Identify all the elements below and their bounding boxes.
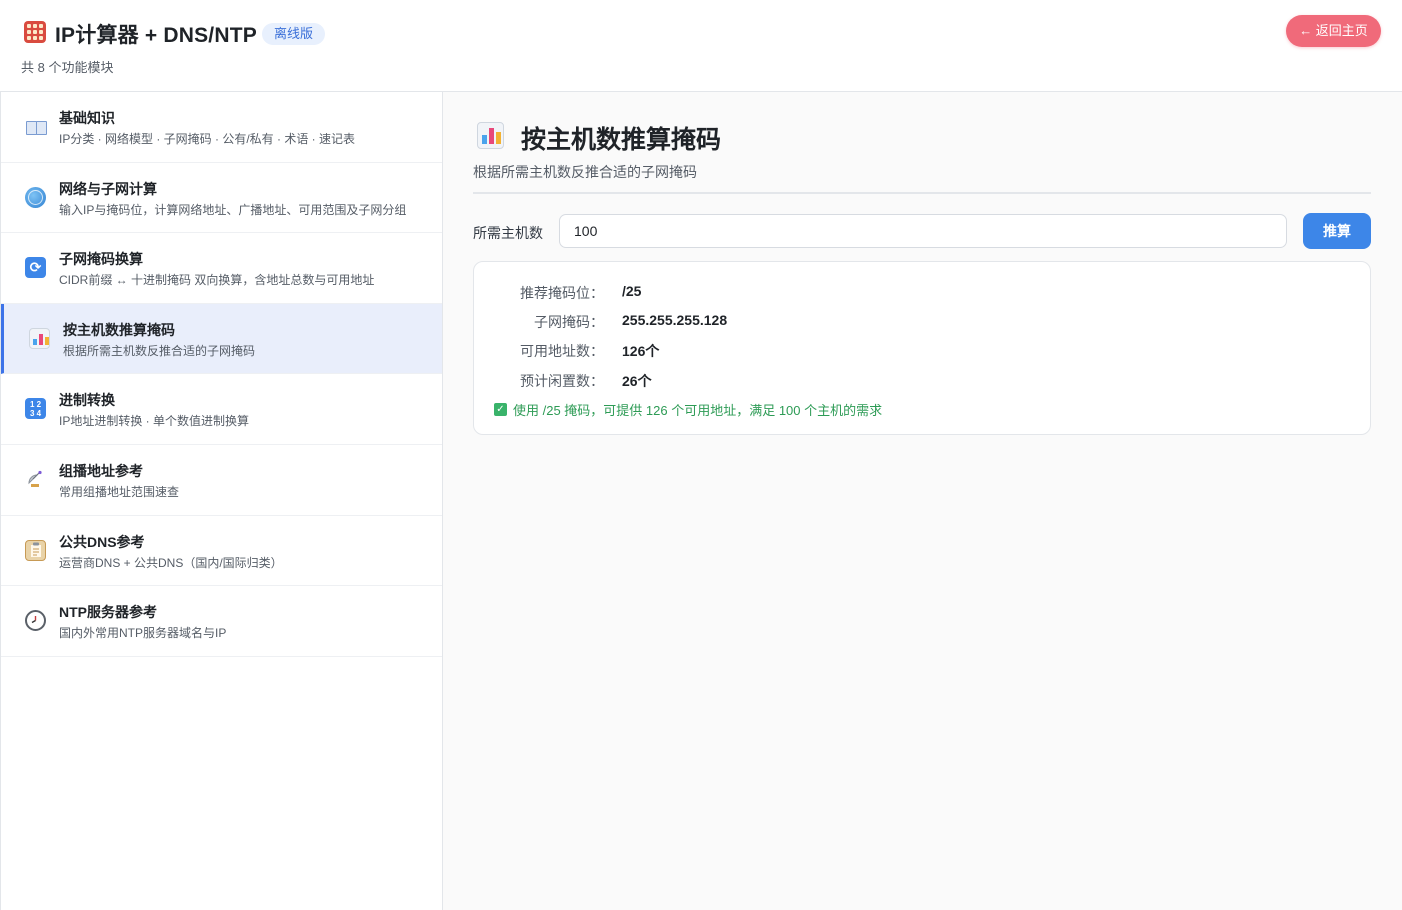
back-home-button[interactable]: ← 返回主页 [1286, 15, 1381, 47]
globe-icon [25, 186, 46, 208]
sidebar-item-desc: IP分类 · 网络模型 · 子网掩码 · 公有/私有 · 术语 · 速记表 [59, 132, 355, 146]
host-count-label: 所需主机数 [473, 225, 543, 241]
book-icon [25, 116, 47, 137]
satellite-dish-icon [25, 469, 46, 490]
numbers-icon: 1 23 4 [25, 398, 46, 420]
sidebar-item-desc: 根据所需主机数反推合适的子网掩码 [63, 343, 256, 358]
sidebar-item-host-mask[interactable]: 按主机数推算掩码 根据所需主机数反推合适的子网掩码 [1, 303, 442, 375]
result-label: 推荐掩码位： [520, 285, 604, 301]
sidebar-item-desc: CIDR前缀 ↔ 十进制掩码 双向换算，含地址总数与可用地址 [59, 273, 375, 288]
sidebar-item-title: 子网掩码换算 [59, 251, 143, 268]
sidebar-item-mask-convert[interactable]: ⟳ 子网掩码换算 CIDR前缀 ↔ 十进制掩码 双向换算，含地址总数与可用地址 [1, 233, 442, 304]
result-row-usable: 可用地址数： 126个 [474, 341, 1370, 361]
sidebar-item-dns[interactable]: 公共DNS参考 运营商DNS + 公共DNS（国内/国际归类） [1, 516, 442, 587]
result-label: 可用地址数： [520, 343, 604, 359]
sidebar-item-base-convert[interactable]: 1 23 4 进制转换 IP地址进制转换 · 单个数值进制换算 [1, 374, 442, 445]
clock-icon [25, 610, 46, 632]
app-header: IP计算器 + DNS/NTP 离线版 共 8 个功能模块 ← 返回主页 [0, 0, 1402, 92]
result-value: 126个 [622, 343, 660, 359]
calculate-button[interactable]: 推算 [1303, 213, 1371, 249]
result-note-text: 使用 /25 掩码，可提供 126 个可用地址，满足 100 个主机的需求 [513, 403, 883, 418]
divider [473, 192, 1371, 194]
sidebar-item-desc: 输入IP与掩码位，计算网络地址、广播地址、可用范围及子网分组 [59, 202, 407, 217]
sidebar: 基础知识 IP分类 · 网络模型 · 子网掩码 · 公有/私有 · 术语 · 速… [0, 92, 443, 910]
host-count-input[interactable] [559, 214, 1287, 248]
result-label: 预计闲置数： [520, 373, 604, 389]
refresh-icon: ⟳ [25, 257, 46, 279]
main-panel: 按主机数推算掩码 根据所需主机数反推合适的子网掩码 所需主机数 推算 推荐掩码位… [443, 92, 1402, 910]
sidebar-item-title: NTP服务器参考 [59, 604, 157, 621]
check-icon: ✓ [494, 403, 507, 416]
sidebar-item-desc: IP地址进制转换 · 单个数值进制换算 [59, 414, 250, 429]
sidebar-item-title: 基础知识 [59, 110, 115, 126]
sidebar-item-subnet-calc[interactable]: 网络与子网计算 输入IP与掩码位，计算网络地址、广播地址、可用范围及子网分组 [1, 163, 442, 234]
result-row-prefix: 推荐掩码位： /25 [474, 283, 1370, 303]
sidebar-item-desc: 常用组播地址范围速查 [59, 484, 180, 499]
bar-chart-icon [29, 327, 50, 349]
sidebar-item-desc: 国内外常用NTP服务器域名与IP [59, 626, 227, 641]
result-card: 推荐掩码位： /25 子网掩码： 255.255.255.128 可用地址数： … [473, 261, 1371, 435]
module-count: 共 8 个功能模块 [21, 60, 114, 75]
sidebar-item-ntp[interactable]: NTP服务器参考 国内外常用NTP服务器域名与IP [1, 586, 442, 657]
result-note: ✓ 使用 /25 掩码，可提供 126 个可用地址，满足 100 个主机的需求 [494, 400, 882, 419]
result-row-mask: 子网掩码： 255.255.255.128 [474, 312, 1370, 332]
app-title: IP计算器 + DNS/NTP [55, 24, 257, 47]
page-title: 按主机数推算掩码 [521, 126, 722, 154]
offline-badge: 离线版 [262, 23, 326, 45]
result-row-idle: 预计闲置数： 26个 [474, 371, 1370, 391]
clipboard-icon [25, 539, 46, 561]
result-value: 255.255.255.128 [622, 312, 728, 328]
sidebar-item-title: 公共DNS参考 [59, 533, 145, 550]
result-value: 26个 [622, 373, 652, 389]
sidebar-item-basics[interactable]: 基础知识 IP分类 · 网络模型 · 子网掩码 · 公有/私有 · 术语 · 速… [1, 92, 442, 163]
sidebar-item-desc: 运营商DNS + 公共DNS（国内/国际归类） [59, 555, 283, 570]
abacus-icon [24, 21, 46, 43]
result-value: /25 [622, 283, 642, 299]
result-label: 子网掩码： [534, 314, 604, 330]
sidebar-item-title: 组播地址参考 [59, 462, 143, 479]
sidebar-item-title: 网络与子网计算 [59, 180, 157, 197]
sidebar-item-title: 按主机数推算掩码 [63, 321, 175, 338]
bar-chart-icon [477, 122, 504, 149]
page-subtitle: 根据所需主机数反推合适的子网掩码 [473, 164, 697, 180]
sidebar-item-title: 进制转换 [59, 392, 115, 409]
sidebar-item-multicast[interactable]: 组播地址参考 常用组播地址范围速查 [1, 445, 442, 516]
